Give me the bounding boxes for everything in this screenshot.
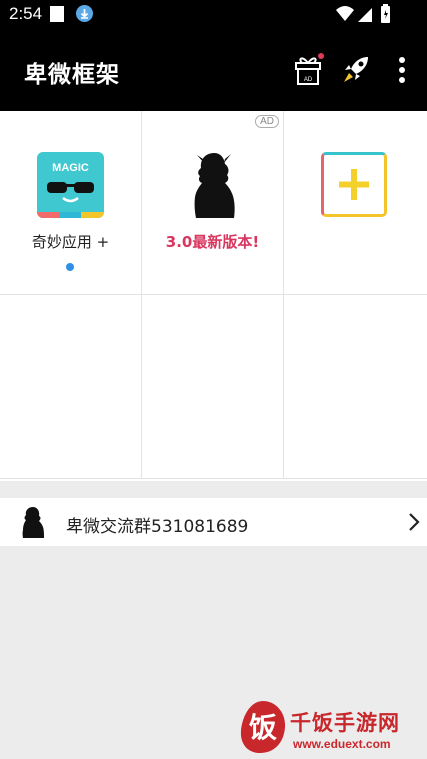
app-toolbar: 卑微框架 AD xyxy=(0,28,427,111)
wifi-icon xyxy=(336,6,354,21)
gift-icon: AD xyxy=(295,53,324,85)
gift-ad-button[interactable]: AD xyxy=(292,53,324,87)
group-chat-row[interactable]: 卑微交流群531081689 xyxy=(0,498,427,546)
page-indicator-dot xyxy=(66,263,74,271)
ad-badge: AD xyxy=(255,115,279,128)
more-vert-icon xyxy=(399,57,405,83)
status-time: 2:54 xyxy=(9,4,43,23)
magic-app-label: 奇妙应用 + xyxy=(31,233,110,251)
gift-ad-text: AD xyxy=(304,77,313,83)
silhouette-icon xyxy=(194,153,235,218)
watermark: 饭 千饭手游网 www.eduext.com xyxy=(236,697,427,759)
notification-dot xyxy=(318,53,324,59)
status-bar: 2:54 xyxy=(0,0,427,28)
more-options-button[interactable] xyxy=(392,53,412,87)
notification-square-icon xyxy=(50,6,64,22)
add-icon xyxy=(321,152,387,217)
silhouette-avatar-icon xyxy=(22,507,44,538)
rocket-button[interactable] xyxy=(340,53,372,87)
grid-cell-empty xyxy=(0,295,142,479)
download-notification-icon xyxy=(76,5,93,22)
grid-cell-empty xyxy=(284,295,427,479)
watermark-url: www.eduext.com xyxy=(293,737,391,751)
grid-cell-empty xyxy=(142,295,284,479)
system-status-icons xyxy=(336,4,390,23)
magic-icon-text: MAGIC xyxy=(52,162,89,174)
group-chat-label: 卑微交流群531081689 xyxy=(66,517,249,537)
grid-cell-magic-app[interactable]: MAGIC 奇妙应用 + xyxy=(0,111,142,295)
grid-cell-new-version[interactable]: AD 3.0最新版本! xyxy=(142,111,284,295)
app-grid: MAGIC 奇妙应用 + AD 3.0最新版本! xyxy=(0,111,427,481)
chevron-right-icon xyxy=(409,513,420,531)
brand-logo-icon: 饭 xyxy=(240,701,286,753)
new-version-label: 3.0最新版本! xyxy=(165,233,260,251)
svg-text:饭: 饭 xyxy=(249,711,277,744)
app-title: 卑微框架 xyxy=(24,62,120,88)
watermark-brand: 千饭手游网 xyxy=(290,711,400,735)
magic-app-icon: MAGIC xyxy=(37,152,104,218)
rocket-icon xyxy=(344,57,368,82)
signal-icon xyxy=(358,8,372,22)
sunglasses-icon xyxy=(47,182,94,203)
grid-cell-add[interactable] xyxy=(284,111,427,295)
